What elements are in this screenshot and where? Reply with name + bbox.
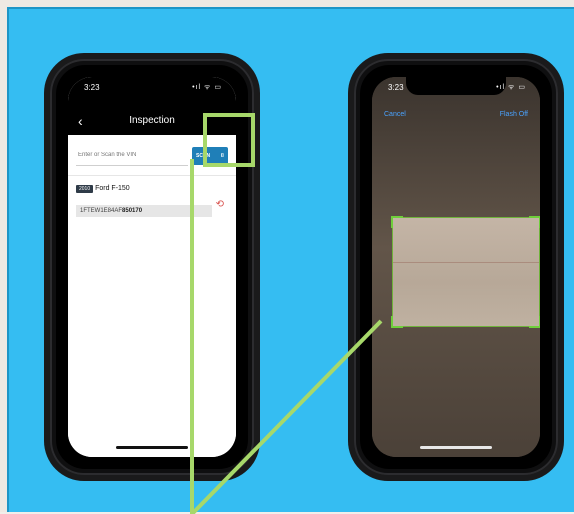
callout-connectors <box>190 159 383 514</box>
scan-button-highlight <box>203 113 255 167</box>
screenshot-panel: 3:23 •ıl ᯤ ▭ ‹ Inspection SCAN ⌷ <box>7 7 574 514</box>
diagonal-callout-line <box>190 319 383 514</box>
